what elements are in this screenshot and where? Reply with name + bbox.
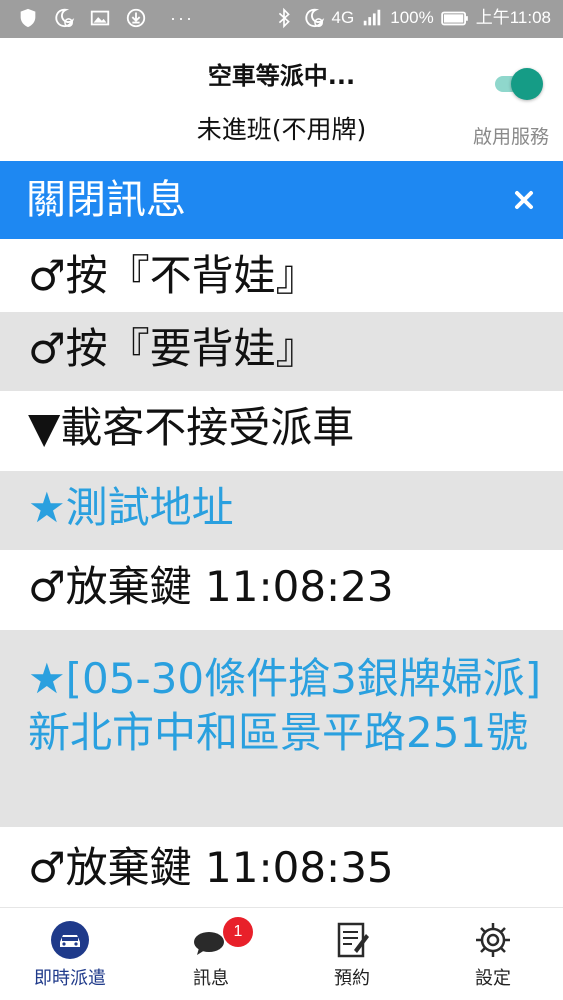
toggle-thumb — [511, 68, 543, 100]
message-item[interactable]: ▼載客不接受派車 — [0, 391, 563, 471]
gear-icon — [473, 920, 513, 960]
nav-item-dispatch[interactable]: 即時派遣 — [0, 908, 140, 1000]
nav-item-reservation[interactable]: 預約 — [282, 908, 422, 1000]
download-icon — [124, 5, 148, 31]
message-item[interactable]: ♂按『要背娃』 — [0, 312, 563, 391]
signal-icon — [360, 5, 384, 31]
network-type: 4G — [331, 8, 355, 27]
nav-label: 預約 — [334, 968, 370, 989]
bluetooth-icon — [272, 5, 296, 31]
notepad-icon — [332, 920, 372, 960]
shield-icon — [16, 5, 40, 31]
service-toggle[interactable] — [493, 68, 543, 100]
battery-percent: 100% — [390, 8, 434, 27]
message-item[interactable]: ♂放棄鍵 11:08:35 — [0, 827, 563, 907]
clock: 上午11:08 — [475, 8, 551, 27]
service-toggle-label: 啟用服務 — [472, 126, 549, 148]
battery-icon — [440, 5, 470, 31]
image-icon — [88, 5, 112, 31]
message-list[interactable]: ♂按『不背娃』 ♂按『要背娃』 ▼載客不接受派車 ★測試地址 ♂放棄鍵 11:0… — [0, 239, 563, 907]
nav-label: 訊息 — [193, 968, 229, 989]
close-icon[interactable] — [507, 183, 541, 217]
bottom-nav: 即時派遣 1 訊息 預約 設定 — [0, 907, 563, 1000]
message-item[interactable]: ★測試地址 — [0, 471, 563, 550]
unread-badge: 1 — [223, 917, 253, 947]
nav-item-messages[interactable]: 1 訊息 — [141, 908, 281, 1000]
message-item[interactable]: ♂放棄鍵 11:08:23 — [0, 550, 563, 630]
nav-label: 即時派遣 — [34, 968, 106, 989]
nav-label: 設定 — [475, 968, 511, 989]
close-messages-label: 關閉訊息 — [26, 177, 186, 223]
message-item[interactable]: ★[05-30條件搶3銀牌婦派]新北市中和區景平路251號 — [0, 630, 563, 827]
app-header: 空車等派中... 未進班(不用牌) 啟用服務 — [0, 38, 563, 161]
taxi-icon — [50, 920, 90, 960]
nav-item-settings[interactable]: 設定 — [423, 908, 563, 1000]
close-messages-bar[interactable]: 關閉訊息 — [0, 161, 563, 239]
dispatch-status-title: 空車等派中... — [207, 62, 356, 90]
status-left-icons: ··· — [16, 5, 194, 31]
moon-clock-icon — [302, 5, 326, 31]
status-bar: ··· 4G 100% 上午11:08 — [0, 0, 563, 38]
message-item[interactable]: ♂按『不背娃』 — [0, 239, 563, 312]
more-notifications-dots: ··· — [170, 8, 194, 28]
status-right-icons: 4G 100% 上午11:08 — [272, 5, 551, 31]
moon-clock-icon — [52, 5, 76, 31]
